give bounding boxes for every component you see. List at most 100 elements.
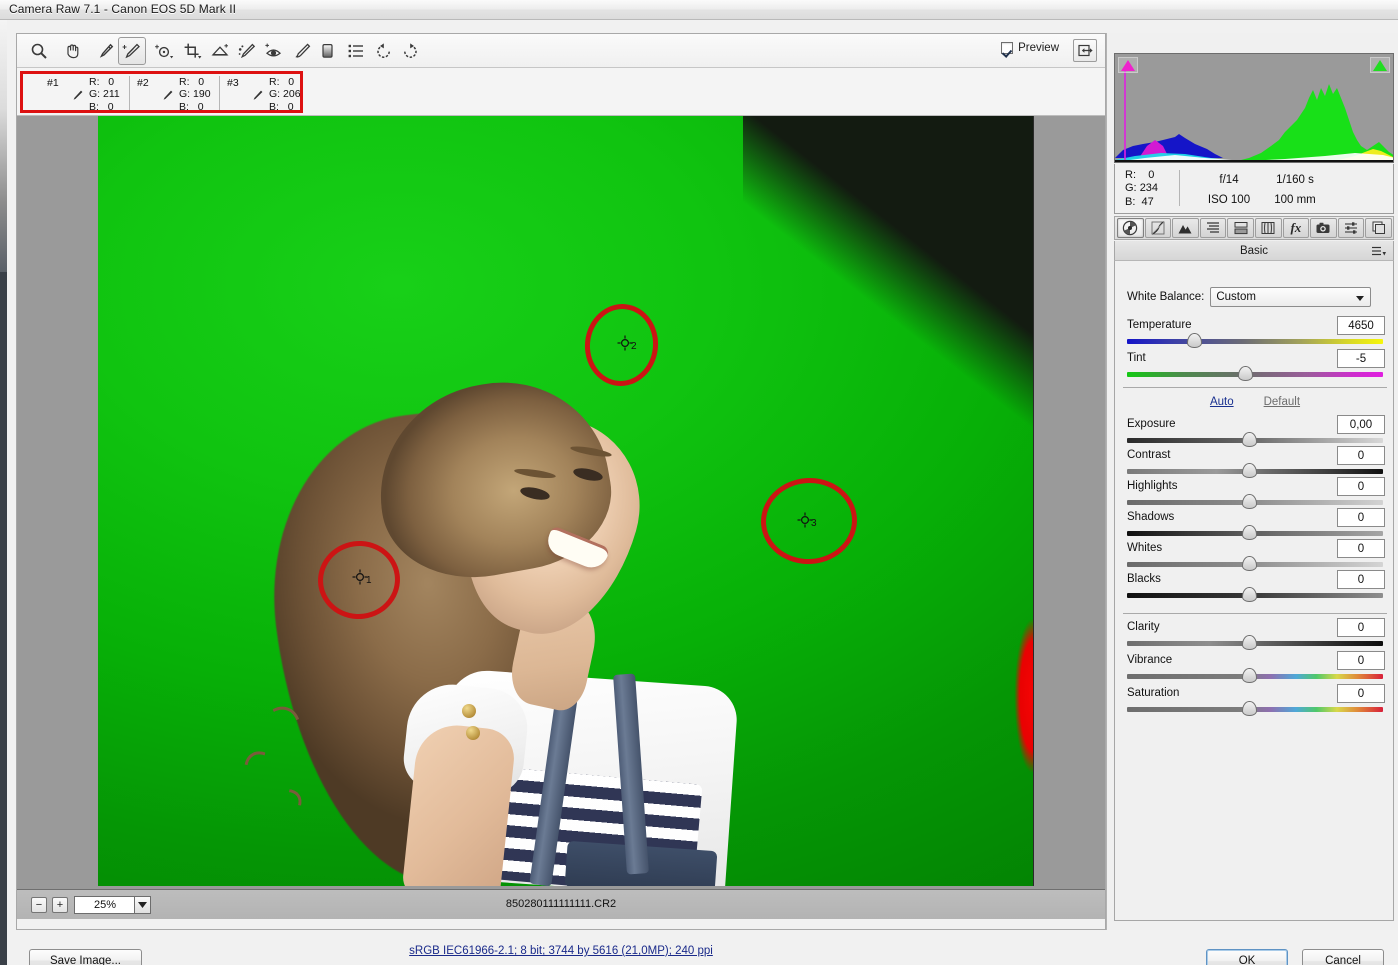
- rotate-ccw-tool[interactable]: [370, 37, 398, 65]
- sampler-point-3[interactable]: 3: [796, 511, 814, 529]
- save-image-button[interactable]: Save Image...: [29, 949, 142, 965]
- left-gutter-dark: [0, 272, 7, 965]
- histogram-plot: [1115, 54, 1394, 163]
- exposure-thumb[interactable]: [1242, 432, 1257, 447]
- shadow-clipping-indicator[interactable]: [1118, 57, 1138, 73]
- panel-menu-icon[interactable]: [1372, 246, 1386, 259]
- contrast-value[interactable]: 0: [1337, 446, 1385, 465]
- color-sampler-tool[interactable]: [118, 37, 146, 65]
- tint-thumb[interactable]: [1238, 366, 1253, 381]
- preview-checkbox[interactable]: [1001, 42, 1013, 54]
- left-gutter-gradient: [0, 20, 7, 272]
- highlights-label: Highlights: [1127, 480, 1178, 492]
- whites-value[interactable]: 0: [1337, 539, 1385, 558]
- blacks-thumb[interactable]: [1242, 587, 1257, 602]
- contrast-thumb[interactable]: [1242, 463, 1257, 478]
- vibrance-label: Vibrance: [1127, 654, 1172, 666]
- tab-lens-corrections[interactable]: [1255, 218, 1282, 238]
- tab-basic[interactable]: [1117, 218, 1144, 238]
- shadows-thumb[interactable]: [1242, 525, 1257, 540]
- tab-snapshots[interactable]: [1365, 218, 1392, 238]
- rotate-cw-tool[interactable]: [396, 37, 424, 65]
- highlights-thumb[interactable]: [1242, 494, 1257, 509]
- model-subject: [228, 306, 788, 886]
- sampler-readout-2: #2 R: 0G: 190B: 0: [137, 74, 211, 112]
- image-canvas[interactable]: 1 2 3 − + 25%: [17, 116, 1105, 919]
- temperature-label: Temperature: [1127, 319, 1192, 331]
- exif-aperture: f/14: [1200, 170, 1258, 190]
- ok-button[interactable]: OK: [1206, 949, 1288, 965]
- tab-split-toning[interactable]: [1227, 218, 1254, 238]
- exif-focal-length: 100 mm: [1258, 190, 1332, 210]
- blacks-label: Blacks: [1127, 573, 1161, 585]
- sampler-2-index: #2: [137, 76, 160, 89]
- graduated-filter-tool[interactable]: [313, 37, 341, 65]
- exif-shooting-info: f/141/160 s ISO 100100 mm: [1200, 170, 1332, 210]
- sampler-2-values: R: 0G: 190B: 0: [179, 76, 211, 113]
- shadows-value[interactable]: 0: [1337, 508, 1385, 527]
- saturation-thumb[interactable]: [1242, 701, 1257, 716]
- default-link[interactable]: Default: [1264, 396, 1300, 408]
- clarity-thumb[interactable]: [1242, 635, 1257, 650]
- vibrance-thumb[interactable]: [1242, 668, 1257, 683]
- rgb-readout: R: 0G: 234B: 47: [1125, 169, 1158, 209]
- tint-value[interactable]: -5: [1337, 349, 1385, 368]
- temperature-thumb[interactable]: [1187, 333, 1202, 348]
- eyedropper-icon-3: [250, 76, 269, 108]
- sampler-point-1-label: 1: [366, 575, 372, 586]
- preview-toggle[interactable]: Preview: [1001, 42, 1059, 54]
- tint-label: Tint: [1127, 352, 1146, 364]
- preferences-tool[interactable]: [342, 37, 370, 65]
- histogram[interactable]: [1114, 53, 1394, 163]
- sampler-point-3-label: 3: [811, 518, 817, 529]
- tab-effects[interactable]: fx: [1283, 218, 1310, 238]
- hand-tool[interactable]: [58, 37, 86, 65]
- saturation-value[interactable]: 0: [1337, 684, 1385, 703]
- tab-presets[interactable]: [1338, 218, 1365, 238]
- auto-link[interactable]: Auto: [1210, 396, 1234, 408]
- tab-tone-curve[interactable]: [1145, 218, 1172, 238]
- cancel-button[interactable]: Cancel: [1302, 949, 1384, 965]
- vibrance-value[interactable]: 0: [1337, 651, 1385, 670]
- tint-track[interactable]: [1127, 372, 1383, 377]
- exif-readout: R: 0G: 234B: 47 f/141/160 s ISO 100100 m…: [1114, 164, 1394, 214]
- sampler-readout-1: #1 R: 0G: 211B: 0: [47, 74, 120, 112]
- straighten-tool[interactable]: [206, 37, 234, 65]
- blacks-value[interactable]: 0: [1337, 570, 1385, 589]
- panel-divider-1: [1123, 387, 1387, 388]
- sampler-separator-1: [129, 76, 130, 110]
- sampler-1-index: #1: [47, 76, 70, 89]
- zoom-tool[interactable]: [25, 37, 53, 65]
- spot-removal-tool[interactable]: [233, 37, 261, 65]
- highlights-value[interactable]: 0: [1337, 477, 1385, 496]
- tab-camera-calibration[interactable]: [1310, 218, 1337, 238]
- targeted-adjustment-tool[interactable]: [150, 37, 178, 65]
- white-balance-tool[interactable]: [92, 37, 120, 65]
- temperature-track[interactable]: [1127, 339, 1383, 344]
- temperature-value[interactable]: 4650: [1337, 316, 1385, 335]
- sampler-point-1[interactable]: 1: [351, 568, 369, 586]
- basic-panel-body: White Balance: Custom Temperature 4650 T…: [1114, 261, 1394, 921]
- sampler-1-values: R: 0G: 211B: 0: [89, 76, 120, 113]
- highlight-clipping-indicator[interactable]: [1370, 57, 1390, 73]
- tab-hsl-grayscale[interactable]: [1200, 218, 1227, 238]
- color-space-link[interactable]: sRGB IEC61966-2.1; 8 bit; 3744 by 5616 (…: [16, 945, 1106, 957]
- raw-photo-preview[interactable]: 1 2 3: [98, 116, 1034, 886]
- white-balance-label: White Balance:: [1127, 291, 1204, 303]
- contrast-label: Contrast: [1127, 449, 1170, 461]
- clarity-value[interactable]: 0: [1337, 618, 1385, 637]
- crop-tool[interactable]: [179, 37, 207, 65]
- sampler-point-2[interactable]: 2: [616, 334, 634, 352]
- tab-detail[interactable]: [1172, 218, 1199, 238]
- red-eye-removal-tool[interactable]: [260, 37, 288, 65]
- exposure-value[interactable]: 0,00: [1337, 415, 1385, 434]
- sampler-separator-2: [219, 76, 220, 110]
- exif-iso: ISO 100: [1200, 190, 1258, 210]
- adjustment-brush-tool[interactable]: [288, 37, 316, 65]
- white-balance-select[interactable]: Custom: [1210, 287, 1371, 307]
- saturation-label: Saturation: [1127, 687, 1179, 699]
- sampler-3-index: #3: [227, 76, 250, 89]
- fullscreen-icon[interactable]: [1073, 39, 1097, 62]
- whites-thumb[interactable]: [1242, 556, 1257, 571]
- white-balance-row: White Balance: Custom: [1127, 287, 1371, 307]
